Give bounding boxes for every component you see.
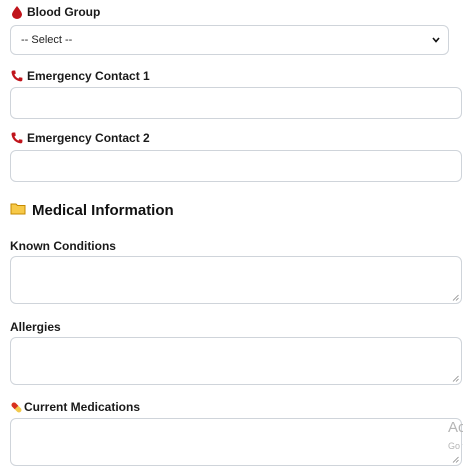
phone-icon: [10, 132, 23, 145]
emergency-contact-1-input[interactable]: [10, 87, 462, 119]
known-conditions-label: Known Conditions: [10, 239, 116, 253]
blood-group-selected-value: -- Select --: [21, 34, 73, 46]
emergency-contact-1-label: Emergency Contact 1: [10, 69, 150, 83]
emergency-contact-1-label-text: Emergency Contact 1: [27, 69, 150, 83]
blood-group-label-text: Blood Group: [27, 5, 101, 19]
known-conditions-textarea[interactable]: [10, 256, 462, 304]
medical-information-heading: Medical Information: [10, 202, 174, 219]
current-medications-textarea[interactable]: [10, 418, 462, 466]
pill-icon: [10, 401, 23, 414]
emergency-contact-2-input[interactable]: [10, 150, 462, 182]
resize-grip-icon[interactable]: [452, 456, 459, 463]
resize-grip-icon[interactable]: [452, 375, 459, 382]
emergency-contact-2-label: Emergency Contact 2: [10, 131, 150, 145]
allergies-label: Allergies: [10, 320, 61, 334]
chevron-down-icon: [432, 35, 440, 46]
activation-watermark-line2: Go t: [448, 441, 463, 451]
current-medications-label: Current Medications: [10, 400, 140, 414]
folder-icon: [10, 202, 26, 219]
allergies-textarea[interactable]: [10, 337, 462, 385]
phone-icon: [10, 70, 23, 83]
emergency-contact-2-label-text: Emergency Contact 2: [27, 131, 150, 145]
blood-group-label: Blood Group: [10, 5, 100, 19]
patient-form: Blood Group -- Select -- Emergency Conta…: [0, 0, 463, 474]
blood-drop-icon: [10, 5, 23, 19]
activation-watermark-line1: Act: [448, 419, 463, 436]
resize-grip-icon[interactable]: [452, 294, 459, 301]
blood-group-select[interactable]: -- Select --: [10, 25, 449, 55]
current-medications-label-text: Current Medications: [24, 400, 141, 414]
medical-information-title: Medical Information: [32, 202, 174, 219]
